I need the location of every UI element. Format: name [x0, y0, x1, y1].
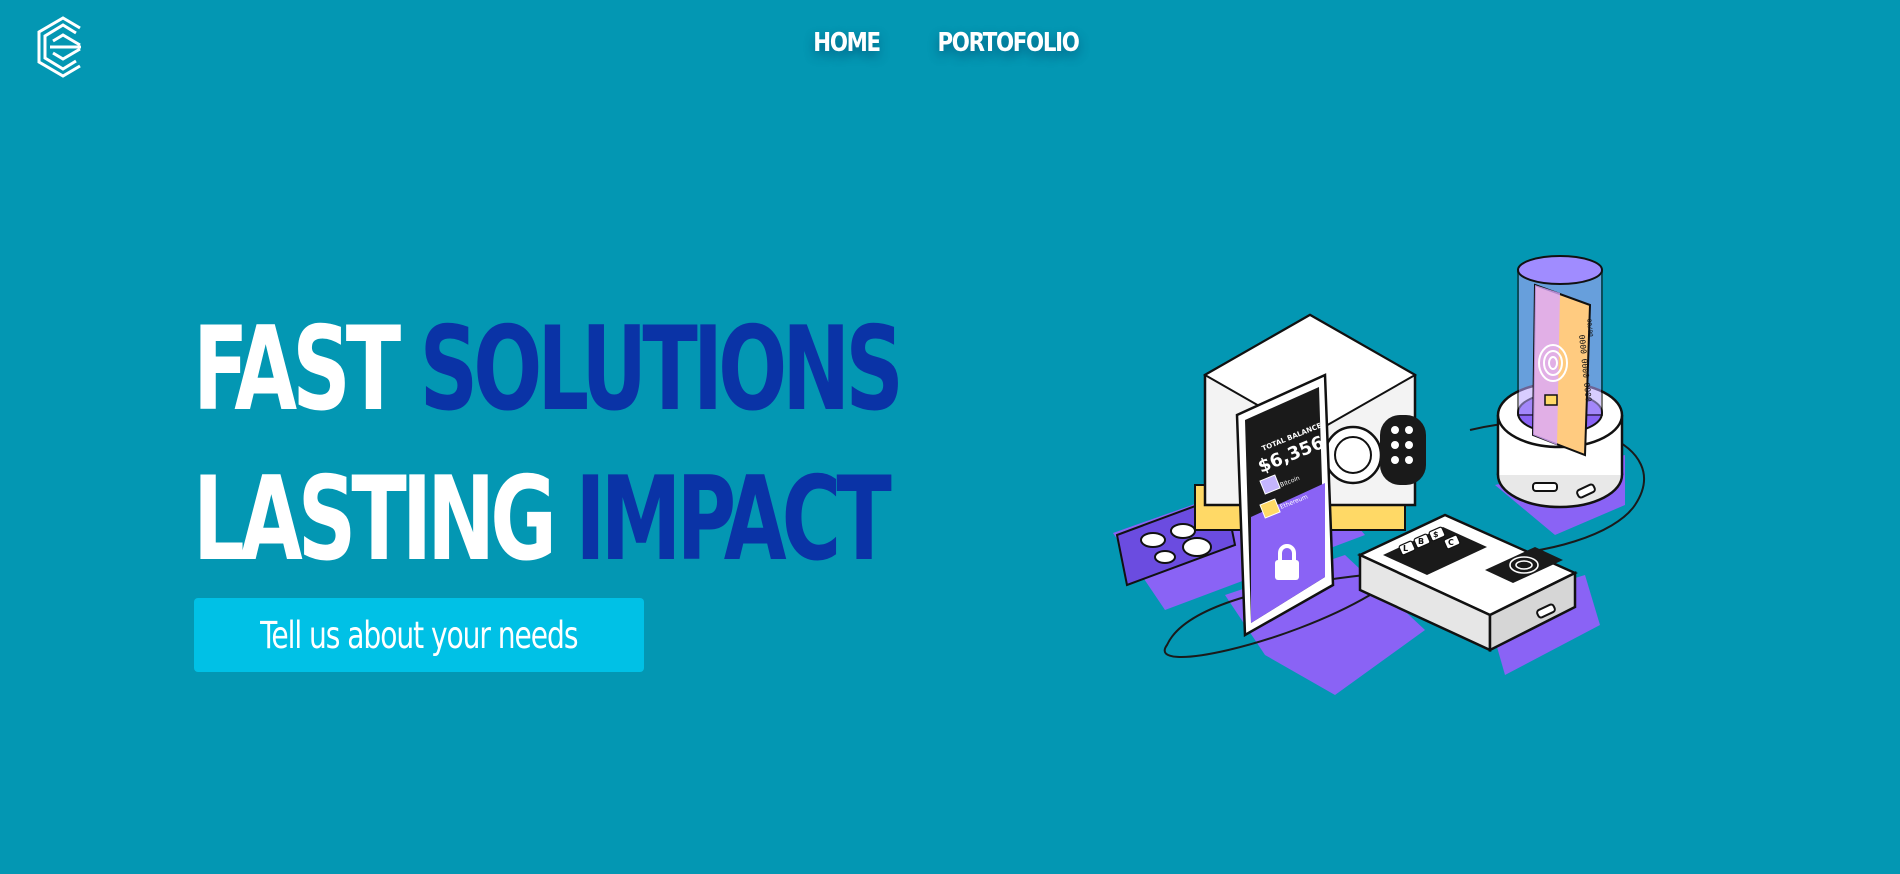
main-nav: HOME PORTOFOLIO [0, 28, 1900, 58]
headline-word-lasting: LASTING [193, 452, 557, 587]
keypad-key-dollar: $ [1433, 530, 1439, 539]
isometric-fintech-illustration: TOTAL BALANCE $6,356 Bitcoin Ethereum 00… [1105, 255, 1665, 705]
keypad-key-b: B [1418, 537, 1424, 546]
headline-word-solutions: SOLUTIONS [419, 302, 904, 437]
keypad-key-l: L [1403, 544, 1408, 553]
headline-line-2: LASTING IMPACT [193, 445, 899, 595]
headline-word-fast: FAST [193, 302, 401, 437]
illustration-svg: TOTAL BALANCE $6,356 Bitcoin Ethereum 00… [1113, 255, 1645, 695]
headline-word-impact: IMPACT [575, 452, 891, 587]
headline-line-1: FAST SOLUTIONS [193, 295, 904, 445]
cta-label: Tell us about your needs [260, 613, 578, 657]
hero-headline: FAST SOLUTIONS LASTING IMPACT [193, 295, 1201, 595]
keypad-key-c: C [1448, 538, 1454, 547]
cta-button[interactable]: Tell us about your needs [194, 598, 644, 672]
nav-home[interactable]: HOME [814, 28, 882, 58]
nav-portofolio[interactable]: PORTOFOLIO [937, 28, 1079, 58]
